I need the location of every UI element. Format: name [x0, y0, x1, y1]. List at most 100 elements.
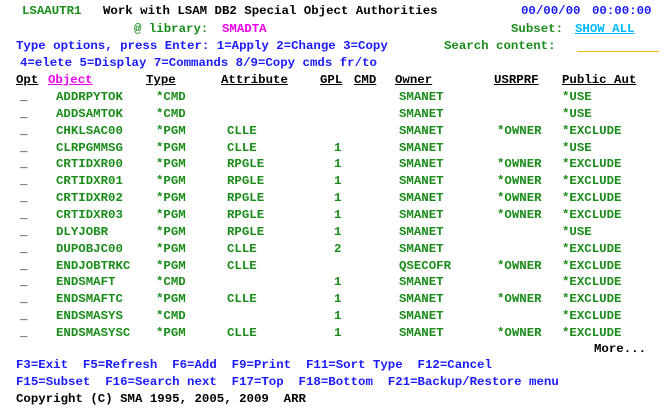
table-row: _ ENDSMASYSC *PGM CLLE 1 SMANET *OWNER *EXCLUDE	[0, 326, 667, 343]
row-usrprf: *OWNER	[497, 191, 542, 206]
row-option-input[interactable]: _	[20, 292, 27, 306]
library-value: SMADTA	[222, 22, 267, 36]
col-header-cmd: CMD	[354, 73, 377, 87]
row-object-name: ADDRPYTOK	[56, 90, 123, 104]
table-row: _ ADDRPYTOK *CMD SMANET *USE	[0, 90, 667, 107]
row-object-type: *PGM	[156, 157, 186, 172]
row-object-type: *CMD	[156, 106, 186, 121]
screen-title: Work with LSAM DB2 Special Object Author…	[103, 4, 438, 18]
row-public-aut: *USE	[562, 224, 592, 239]
row-object-name: ENDSMAFTC	[56, 292, 123, 307]
row-option-input[interactable]: _	[20, 275, 27, 289]
row-object-type: *CMD	[156, 90, 186, 104]
row-object-name: CLRPGMMSG	[56, 140, 123, 155]
row-object-name: CRTIDXR03	[56, 207, 123, 222]
row-gpl: 1	[334, 325, 342, 340]
col-header-opt: Opt	[16, 73, 39, 87]
search-label: Search content:	[444, 39, 556, 53]
row-object-name: ENDSMAFT	[56, 275, 116, 290]
row-public-aut: *EXCLUDE	[562, 258, 622, 273]
row-object-name: ADDSAMTOK	[56, 106, 123, 121]
table-row: _ ENDSMAFT *CMD 1 SMANET *EXCLUDE	[0, 275, 667, 292]
col-header-attribute: Attribute	[221, 73, 288, 87]
row-public-aut: *EXCLUDE	[562, 292, 622, 307]
row-owner: SMANET	[399, 123, 444, 138]
date: 00/00/00	[521, 4, 581, 18]
row-usrprf: *OWNER	[497, 157, 542, 172]
row-owner: SMANET	[399, 90, 444, 104]
row-object-name: DLYJOBR	[56, 224, 109, 239]
table-row: _ CLRPGMMSG *PGM CLLE 1 SMANET *USE	[0, 141, 667, 158]
row-object-name: ENDSMASYS	[56, 309, 123, 324]
subset-field[interactable]: SHOW ALL	[575, 22, 635, 36]
row-public-aut: *EXCLUDE	[562, 241, 622, 256]
library-label: @ library:	[134, 22, 209, 36]
table-row: _ CRTIDXR02 *PGM RPGLE 1 SMANET *OWNER *EXCLUDE	[0, 191, 667, 208]
table-row: _ CRTIDXR01 *PGM RPGLE 1 SMANET *OWNER *EXCLUDE	[0, 174, 667, 191]
row-option-input[interactable]: _	[20, 107, 27, 121]
row-option-input[interactable]: _	[20, 326, 27, 340]
instruction-line-2: 4=elete 5=Display 7=Commands 8/9=Copy cm…	[20, 56, 377, 70]
row-object-name: ENDJOBTRKC	[56, 258, 131, 273]
row-attribute: RPGLE	[227, 224, 265, 239]
row-attribute: CLLE	[227, 325, 257, 340]
row-option-input[interactable]: _	[20, 90, 27, 104]
row-option-input[interactable]: _	[20, 225, 27, 239]
row-public-aut: *EXCLUDE	[562, 123, 622, 138]
row-attribute: RPGLE	[227, 191, 265, 206]
row-option-input[interactable]: _	[20, 141, 27, 155]
instruction-line-1: Type options, press Enter: 1=Apply 2=Cha…	[16, 39, 388, 53]
table-row: _ ENDSMASYS *CMD 1 SMANET *EXCLUDE	[0, 309, 667, 326]
row-owner: SMANET	[399, 224, 444, 239]
row-option-input[interactable]: _	[20, 309, 27, 323]
function-keys-line-2[interactable]: F15=Subset F16=Search next F17=Top F18=B…	[16, 375, 559, 389]
row-public-aut: *EXCLUDE	[562, 325, 622, 340]
row-option-input[interactable]: _	[20, 174, 27, 188]
row-public-aut: *EXCLUDE	[562, 207, 622, 222]
function-keys-line-1[interactable]: F3=Exit F5=Refresh F6=Add F9=Print F11=S…	[16, 358, 492, 372]
row-option-input[interactable]: _	[20, 242, 27, 256]
table-row: _ DLYJOBR *PGM RPGLE 1 SMANET *USE	[0, 225, 667, 242]
row-owner: SMANET	[399, 140, 444, 155]
row-owner: SMANET	[399, 157, 444, 172]
row-gpl: 1	[334, 224, 342, 239]
row-object-type: *PGM	[156, 123, 186, 138]
table-row: _ ENDJOBTRKC *PGM CLLE QSECOFR *OWNER *EXCLUDE	[0, 259, 667, 276]
row-owner: SMANET	[399, 207, 444, 222]
row-option-input[interactable]: _	[20, 124, 27, 138]
col-header-usrprf: USRPRF	[494, 73, 539, 87]
row-gpl: 1	[334, 140, 342, 155]
copyright: Copyright (C) SMA 1995, 2005, 2009 ARR	[16, 392, 306, 406]
row-option-input[interactable]: _	[20, 191, 27, 205]
time: 00:00:00	[592, 4, 652, 18]
row-owner: SMANET	[399, 241, 444, 256]
row-object-name: CRTIDXR00	[56, 157, 123, 172]
row-gpl: 1	[334, 191, 342, 206]
col-header-object[interactable]: Object	[48, 73, 93, 87]
row-public-aut: *EXCLUDE	[562, 157, 622, 172]
row-option-input[interactable]: _	[20, 208, 27, 222]
row-owner: QSECOFR	[399, 258, 452, 273]
row-usrprf: *OWNER	[497, 258, 542, 273]
col-header-gpl: GPL	[320, 73, 343, 87]
row-option-input[interactable]: _	[20, 157, 27, 171]
search-content-input[interactable]	[577, 51, 659, 52]
row-object-type: *PGM	[156, 174, 186, 189]
more-indicator: More...	[594, 342, 647, 356]
row-owner: SMANET	[399, 309, 444, 324]
row-owner: SMANET	[399, 106, 444, 121]
row-owner: SMANET	[399, 292, 444, 307]
row-public-aut: *EXCLUDE	[562, 174, 622, 189]
row-usrprf: *OWNER	[497, 123, 542, 138]
row-usrprf: *OWNER	[497, 325, 542, 340]
row-usrprf: *OWNER	[497, 174, 542, 189]
row-object-type: *PGM	[156, 191, 186, 206]
row-gpl: 1	[334, 309, 342, 324]
table-row: _ ENDSMAFTC *PGM CLLE 1 SMANET *OWNER *EXCLUDE	[0, 292, 667, 309]
row-object-name: DUPOBJC00	[56, 241, 123, 256]
row-object-type: *PGM	[156, 258, 186, 273]
row-owner: SMANET	[399, 191, 444, 206]
row-public-aut: *EXCLUDE	[562, 309, 622, 324]
row-object-type: *PGM	[156, 241, 186, 256]
row-option-input[interactable]: _	[20, 259, 27, 273]
